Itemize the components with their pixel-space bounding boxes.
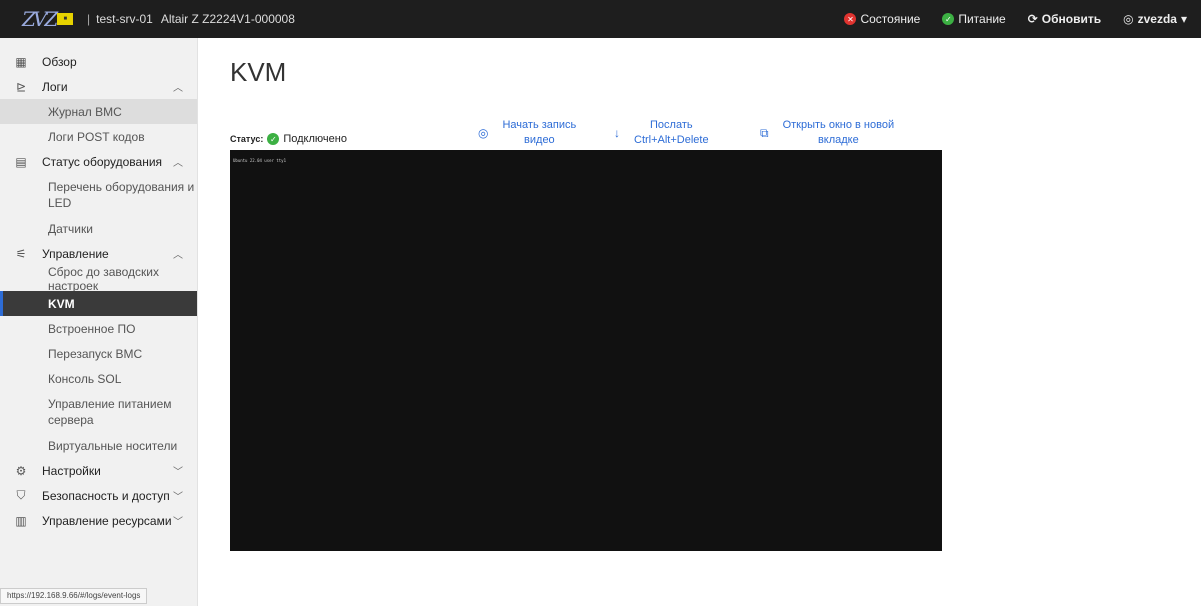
sidebar-item-label: Статус оборудования	[42, 154, 163, 169]
status-label: Статус:	[230, 134, 264, 144]
logo-flag-icon: ■	[57, 13, 74, 25]
sidebar-item-factory-reset[interactable]: Сброс до заводских настроек	[0, 264, 197, 293]
user-menu-button[interactable]: ◎ zvezda ▾	[1123, 12, 1187, 26]
main-content: KVM Статус: ✓ Подключено ◎ Начать запись…	[198, 38, 1201, 606]
user-label: zvezda	[1137, 12, 1177, 26]
refresh-button[interactable]: ⟳ Обновить	[1028, 12, 1101, 26]
sidebar-item-inventory[interactable]: Перечень оборудования и LED	[0, 174, 197, 216]
sidebar-item-label: Встроенное ПО	[48, 321, 136, 336]
sidebar-item-settings[interactable]: ⚙ Настройки ﹀	[0, 458, 197, 483]
chevron-down-icon: ﹀	[173, 467, 183, 478]
power-status-button[interactable]: ✓ Питание	[942, 12, 1006, 26]
sidebar-item-sol-console[interactable]: Консоль SOL	[0, 366, 197, 391]
newtab-label-line2: вкладке	[817, 134, 859, 146]
sidebar-item-label: Журнал BMC	[48, 104, 122, 119]
user-icon: ◎	[1123, 12, 1134, 26]
sidebar-item-label: KVM	[48, 296, 75, 311]
sidebar-item-bmc-log[interactable]: Журнал BMC	[0, 99, 197, 124]
record-video-label: Начать запись видео	[502, 118, 576, 148]
server-model: Altair Z Z2224V1-000008	[160, 12, 295, 26]
sidebar-item-label: Перечень оборудования и LED	[48, 180, 195, 210]
chevron-up-icon: ︿	[173, 158, 183, 169]
sidebar-item-firmware[interactable]: Встроенное ПО	[0, 316, 197, 341]
chevron-up-icon: ︿	[173, 83, 183, 94]
dashboard-icon: ▦	[15, 54, 27, 69]
arrow-down-icon: ↓	[614, 125, 620, 140]
error-icon: ✕	[844, 13, 857, 25]
power-status-label: Питание	[958, 12, 1006, 26]
refresh-label: Обновить	[1041, 12, 1102, 26]
record-video-label-line1: Начать запись	[502, 119, 577, 131]
sidebar-item-kvm[interactable]: KVM	[0, 291, 197, 316]
sidebar-item-post-codes[interactable]: Логи POST кодов	[0, 124, 197, 149]
page-title: KVM	[230, 57, 287, 87]
open-new-tab-label: Открыть окно в новой вкладке	[783, 118, 895, 148]
logo[interactable]: ZVZ ■	[22, 7, 79, 31]
sidebar-item-power-control[interactable]: Управление питанием сервера	[0, 391, 197, 433]
sidebar-item-label: Логи POST кодов	[48, 129, 145, 144]
send-label-line2: Ctrl+Alt+Delete	[634, 134, 709, 146]
sliders-icon: ⚟	[15, 246, 27, 261]
sidebar-item-overview[interactable]: ▦ Обзор	[0, 49, 197, 74]
sidebar-item-label: Виртуальные носители	[48, 438, 178, 453]
sidebar-item-control[interactable]: ⚟ Управление ︿	[0, 241, 197, 266]
refresh-icon: ⟳	[1027, 12, 1038, 26]
ok-icon: ✓	[942, 13, 955, 25]
check-icon: ✓	[267, 133, 280, 145]
top-header: ZVZ ■ | test-srv-01 Altair Z Z2224V1-000…	[0, 0, 1201, 38]
external-link-icon: ⧉	[760, 125, 769, 140]
sidebar-item-resources[interactable]: ▥ Управление ресурсами ﹀	[0, 508, 197, 533]
sidebar-item-label: Логи	[42, 79, 68, 94]
logs-icon: ⊵	[15, 79, 27, 94]
hardware-icon: ▤	[15, 154, 27, 169]
sidebar-item-hardware[interactable]: ▤ Статус оборудования ︿	[0, 149, 197, 174]
logo-text: ZVZ	[22, 7, 58, 31]
sidebar-item-label: Настройки	[42, 463, 101, 478]
sidebar-item-label: Управление	[42, 246, 109, 261]
chevron-down-icon: ﹀	[173, 517, 183, 528]
send-ctrl-alt-del-button[interactable]: ↓ Послать Ctrl+Alt+Delete	[614, 118, 754, 148]
status-value: Подключено	[283, 133, 347, 145]
console-text: Ubuntu 22.04 user tty1	[233, 158, 286, 163]
record-icon: ◎	[478, 125, 489, 140]
chevron-up-icon: ︿	[173, 250, 183, 261]
gear-icon: ⚙	[15, 463, 27, 478]
sidebar-item-security[interactable]: ⛉ Безопасность и доступ ﹀	[0, 483, 197, 508]
newtab-label-line1: Открыть окно в новой	[782, 119, 895, 131]
record-video-label-line2: видео	[524, 134, 555, 146]
hostname: test-srv-01	[96, 12, 153, 26]
sidebar-item-label: Перезапуск BMC	[48, 346, 143, 361]
sidebar-item-label: Управление питанием сервера	[48, 397, 172, 427]
resources-icon: ▥	[15, 513, 27, 528]
sidebar-item-reboot-bmc[interactable]: Перезапуск BMC	[0, 341, 197, 366]
chevron-down-icon: ﹀	[173, 492, 183, 503]
sidebar-item-label: Безопасность и доступ	[42, 488, 170, 503]
shield-icon: ⛉	[16, 488, 26, 502]
sidebar-item-virtual-media[interactable]: Виртуальные носители	[0, 433, 197, 458]
kvm-console-screen[interactable]: Ubuntu 22.04 user tty1	[230, 150, 942, 551]
caret-down-icon: ▾	[1180, 12, 1187, 26]
sidebar-item-label: Управление ресурсами	[42, 513, 172, 528]
send-label-line1: Послать	[650, 119, 693, 131]
sidebar-item-label: Сброс до заводских настроек	[48, 264, 160, 293]
sidebar-item-logs[interactable]: ⊵ Логи ︿	[0, 74, 197, 99]
link-preview-url: https://192.168.9.66/#/logs/event-logs	[0, 588, 148, 604]
sidebar: ▦ Обзор ⊵ Логи ︿ Журнал BMC Логи POST ко…	[0, 38, 198, 606]
header-separator: |	[87, 12, 91, 26]
open-new-tab-button[interactable]: ⧉ Открыть окно в новой вкладке	[760, 118, 935, 148]
record-video-button[interactable]: ◎ Начать запись видео	[478, 118, 613, 148]
sidebar-item-label: Обзор	[42, 54, 77, 69]
health-status-label: Состояние	[860, 12, 921, 26]
send-ctrl-alt-del-label: Послать Ctrl+Alt+Delete	[634, 118, 709, 148]
sidebar-item-label: Консоль SOL	[48, 371, 122, 386]
kvm-status: Статус: ✓ Подключено	[230, 133, 347, 145]
sidebar-item-sensors[interactable]: Датчики	[0, 216, 197, 241]
sidebar-item-label: Датчики	[48, 221, 93, 236]
health-status-button[interactable]: ✕ Состояние	[844, 12, 920, 26]
